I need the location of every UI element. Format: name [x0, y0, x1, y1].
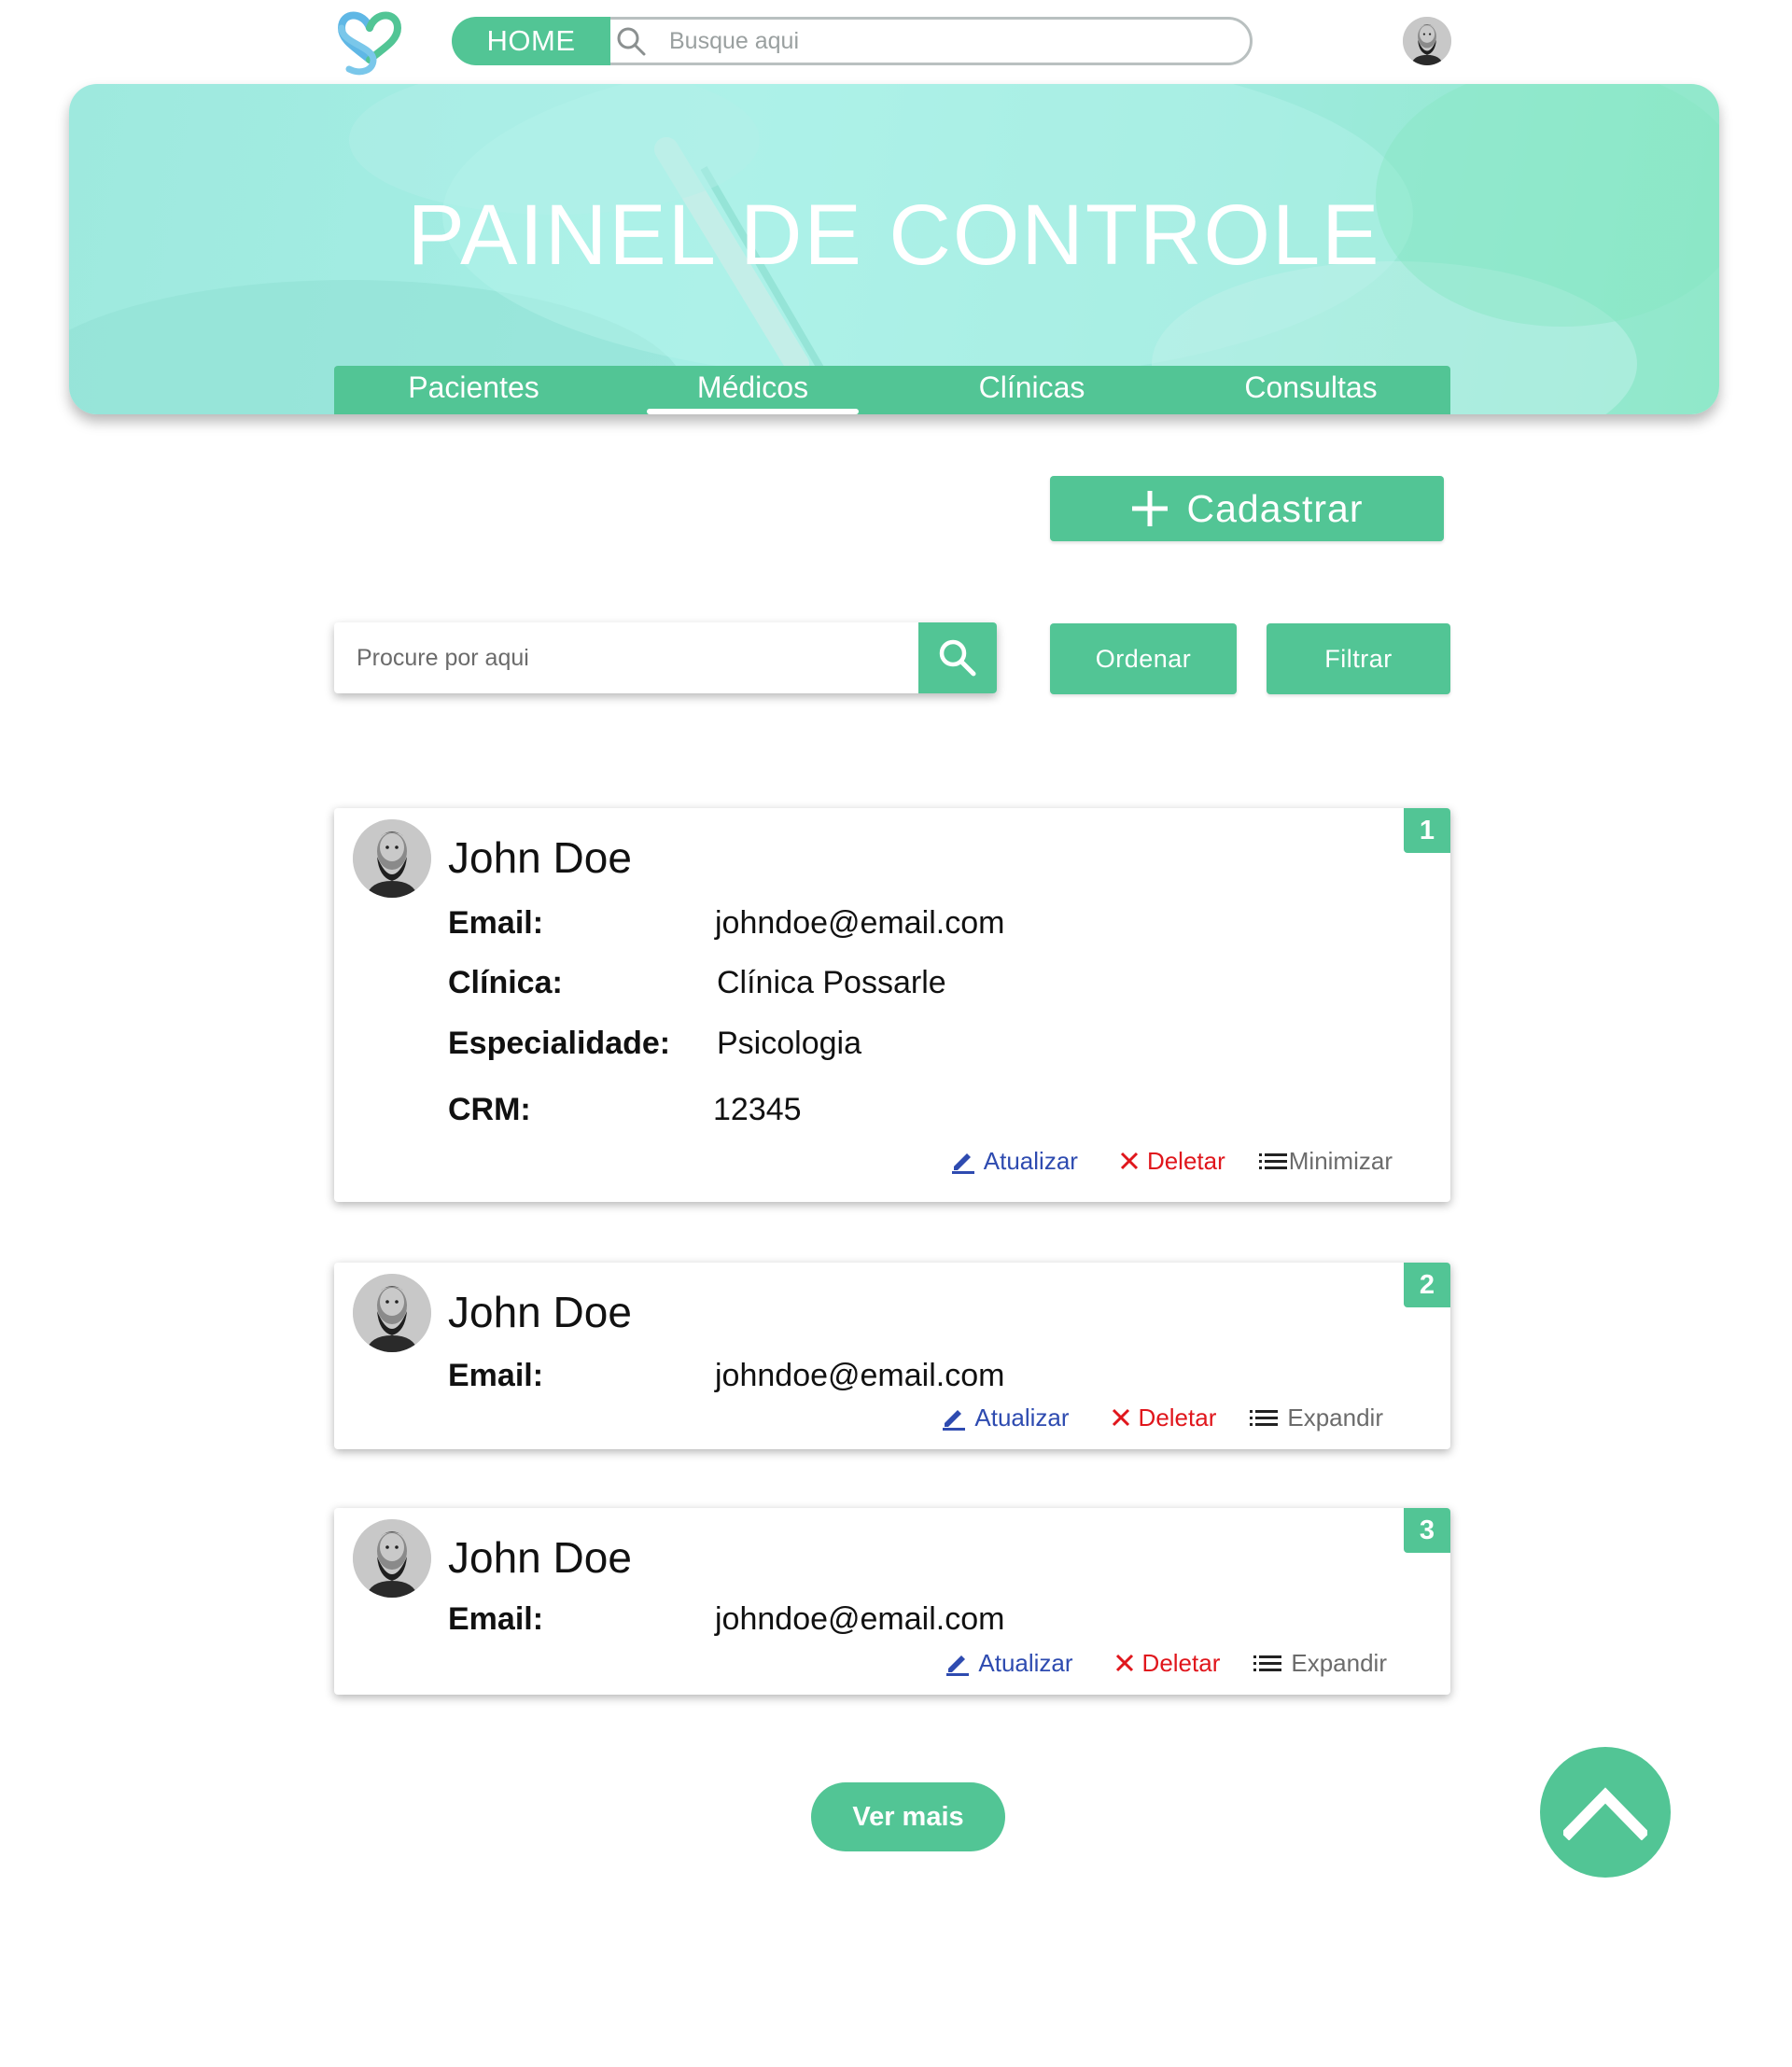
top-search-field[interactable]	[586, 17, 1253, 65]
delete-label: Deletar	[1138, 1403, 1217, 1432]
email-value: johndoe@email.com	[715, 1358, 1005, 1393]
user-avatar[interactable]	[1403, 17, 1451, 65]
search-icon	[939, 639, 976, 677]
specialty-value: Psicologia	[717, 1026, 861, 1061]
card-index-badge: 2	[1404, 1263, 1450, 1307]
filter-button[interactable]: Filtrar	[1267, 623, 1450, 694]
edit-pencil-icon	[946, 1655, 970, 1676]
card-index-badge: 3	[1404, 1508, 1450, 1553]
email-label: Email:	[448, 1358, 544, 1393]
minimize-button[interactable]: Minimizar	[1258, 1146, 1393, 1176]
card-actions: Atualizar Deletar Expandir	[941, 1399, 1383, 1436]
home-search-bar: HOME	[452, 17, 1253, 65]
list-icon	[1258, 1153, 1287, 1169]
card-actions: Atualizar Deletar Minimizar	[950, 1142, 1393, 1180]
update-label: Atualizar	[983, 1146, 1078, 1175]
top-search-input[interactable]	[669, 27, 1192, 55]
list-icon	[1253, 1655, 1282, 1671]
card-index-badge: 1	[1404, 808, 1450, 853]
edit-pencil-icon	[951, 1153, 974, 1174]
doctor-avatar	[353, 819, 431, 898]
search-button[interactable]	[918, 622, 997, 693]
delete-label: Deletar	[1146, 1146, 1225, 1175]
doctor-name: John Doe	[448, 1288, 632, 1336]
doctor-card: 1 John Doe Email: johndoe@email.com Clín…	[334, 808, 1450, 1202]
update-label: Atualizar	[978, 1648, 1073, 1677]
toggle-label: Expandir	[1291, 1648, 1387, 1677]
logo-heart-icon[interactable]	[336, 6, 403, 77]
close-x-icon	[1120, 1152, 1138, 1170]
email-value: johndoe@email.com	[715, 1601, 1005, 1637]
doctor-name: John Doe	[448, 1533, 632, 1582]
clinic-label: Clínica:	[448, 965, 563, 1000]
toggle-label: Minimizar	[1288, 1146, 1393, 1175]
doctor-search-box	[334, 622, 997, 693]
update-label: Atualizar	[974, 1403, 1070, 1432]
update-button[interactable]: Atualizar	[941, 1403, 1070, 1432]
see-more-button[interactable]: Ver mais	[811, 1782, 1005, 1851]
close-x-icon	[1112, 1408, 1129, 1427]
toggle-label: Expandir	[1287, 1403, 1383, 1432]
delete-button[interactable]: Deletar	[1119, 1147, 1225, 1176]
doctor-avatar	[353, 1274, 431, 1352]
home-button[interactable]: HOME	[452, 17, 610, 65]
scroll-to-top-button[interactable]	[1540, 1747, 1671, 1878]
doctor-card: 3 John Doe Email: johndoe@email.com Atua…	[334, 1508, 1450, 1695]
page-title: PAINEL DE CONTROLE	[407, 188, 1381, 283]
email-label: Email:	[448, 1601, 544, 1637]
doctor-card: 2 John Doe Email: johndoe@email.com Atua…	[334, 1263, 1450, 1449]
close-x-icon	[1115, 1654, 1133, 1672]
clinic-value: Clínica Possarle	[717, 965, 946, 1000]
sort-button[interactable]: Ordenar	[1050, 623, 1237, 694]
tab-medicos[interactable]: Médicos	[613, 366, 892, 414]
email-label: Email:	[448, 905, 544, 941]
list-icon	[1250, 1410, 1279, 1426]
expand-button[interactable]: Expandir	[1253, 1649, 1387, 1678]
chevron-up-icon	[1563, 1787, 1647, 1840]
crm-label: CRM:	[448, 1092, 531, 1127]
delete-button[interactable]: Deletar	[1111, 1403, 1217, 1432]
doctor-name: John Doe	[448, 833, 632, 882]
plus-icon	[1132, 491, 1169, 526]
crm-value: 12345	[713, 1092, 802, 1127]
specialty-label: Especialidade:	[448, 1026, 671, 1061]
card-actions: Atualizar Deletar Expandir	[945, 1644, 1387, 1682]
tab-clinicas[interactable]: Clínicas	[892, 366, 1171, 414]
edit-pencil-icon	[943, 1410, 966, 1431]
tab-pacientes[interactable]: Pacientes	[334, 366, 613, 414]
section-tabs: Pacientes Médicos Clínicas Consultas	[334, 366, 1450, 414]
delete-label: Deletar	[1141, 1648, 1221, 1677]
register-button[interactable]: Cadastrar	[1050, 476, 1444, 541]
search-icon	[617, 27, 646, 56]
register-button-label: Cadastrar	[1186, 486, 1364, 530]
doctor-search-input[interactable]	[334, 622, 918, 693]
update-button[interactable]: Atualizar	[945, 1648, 1073, 1678]
tab-consultas[interactable]: Consultas	[1171, 366, 1450, 414]
delete-button[interactable]: Deletar	[1114, 1648, 1221, 1678]
doctor-avatar	[353, 1519, 431, 1598]
email-value: johndoe@email.com	[715, 905, 1005, 941]
expand-button[interactable]: Expandir	[1250, 1404, 1383, 1432]
hero-banner: PAINEL DE CONTROLE Pacientes Médicos Clí…	[69, 84, 1719, 414]
update-button[interactable]: Atualizar	[950, 1147, 1078, 1176]
